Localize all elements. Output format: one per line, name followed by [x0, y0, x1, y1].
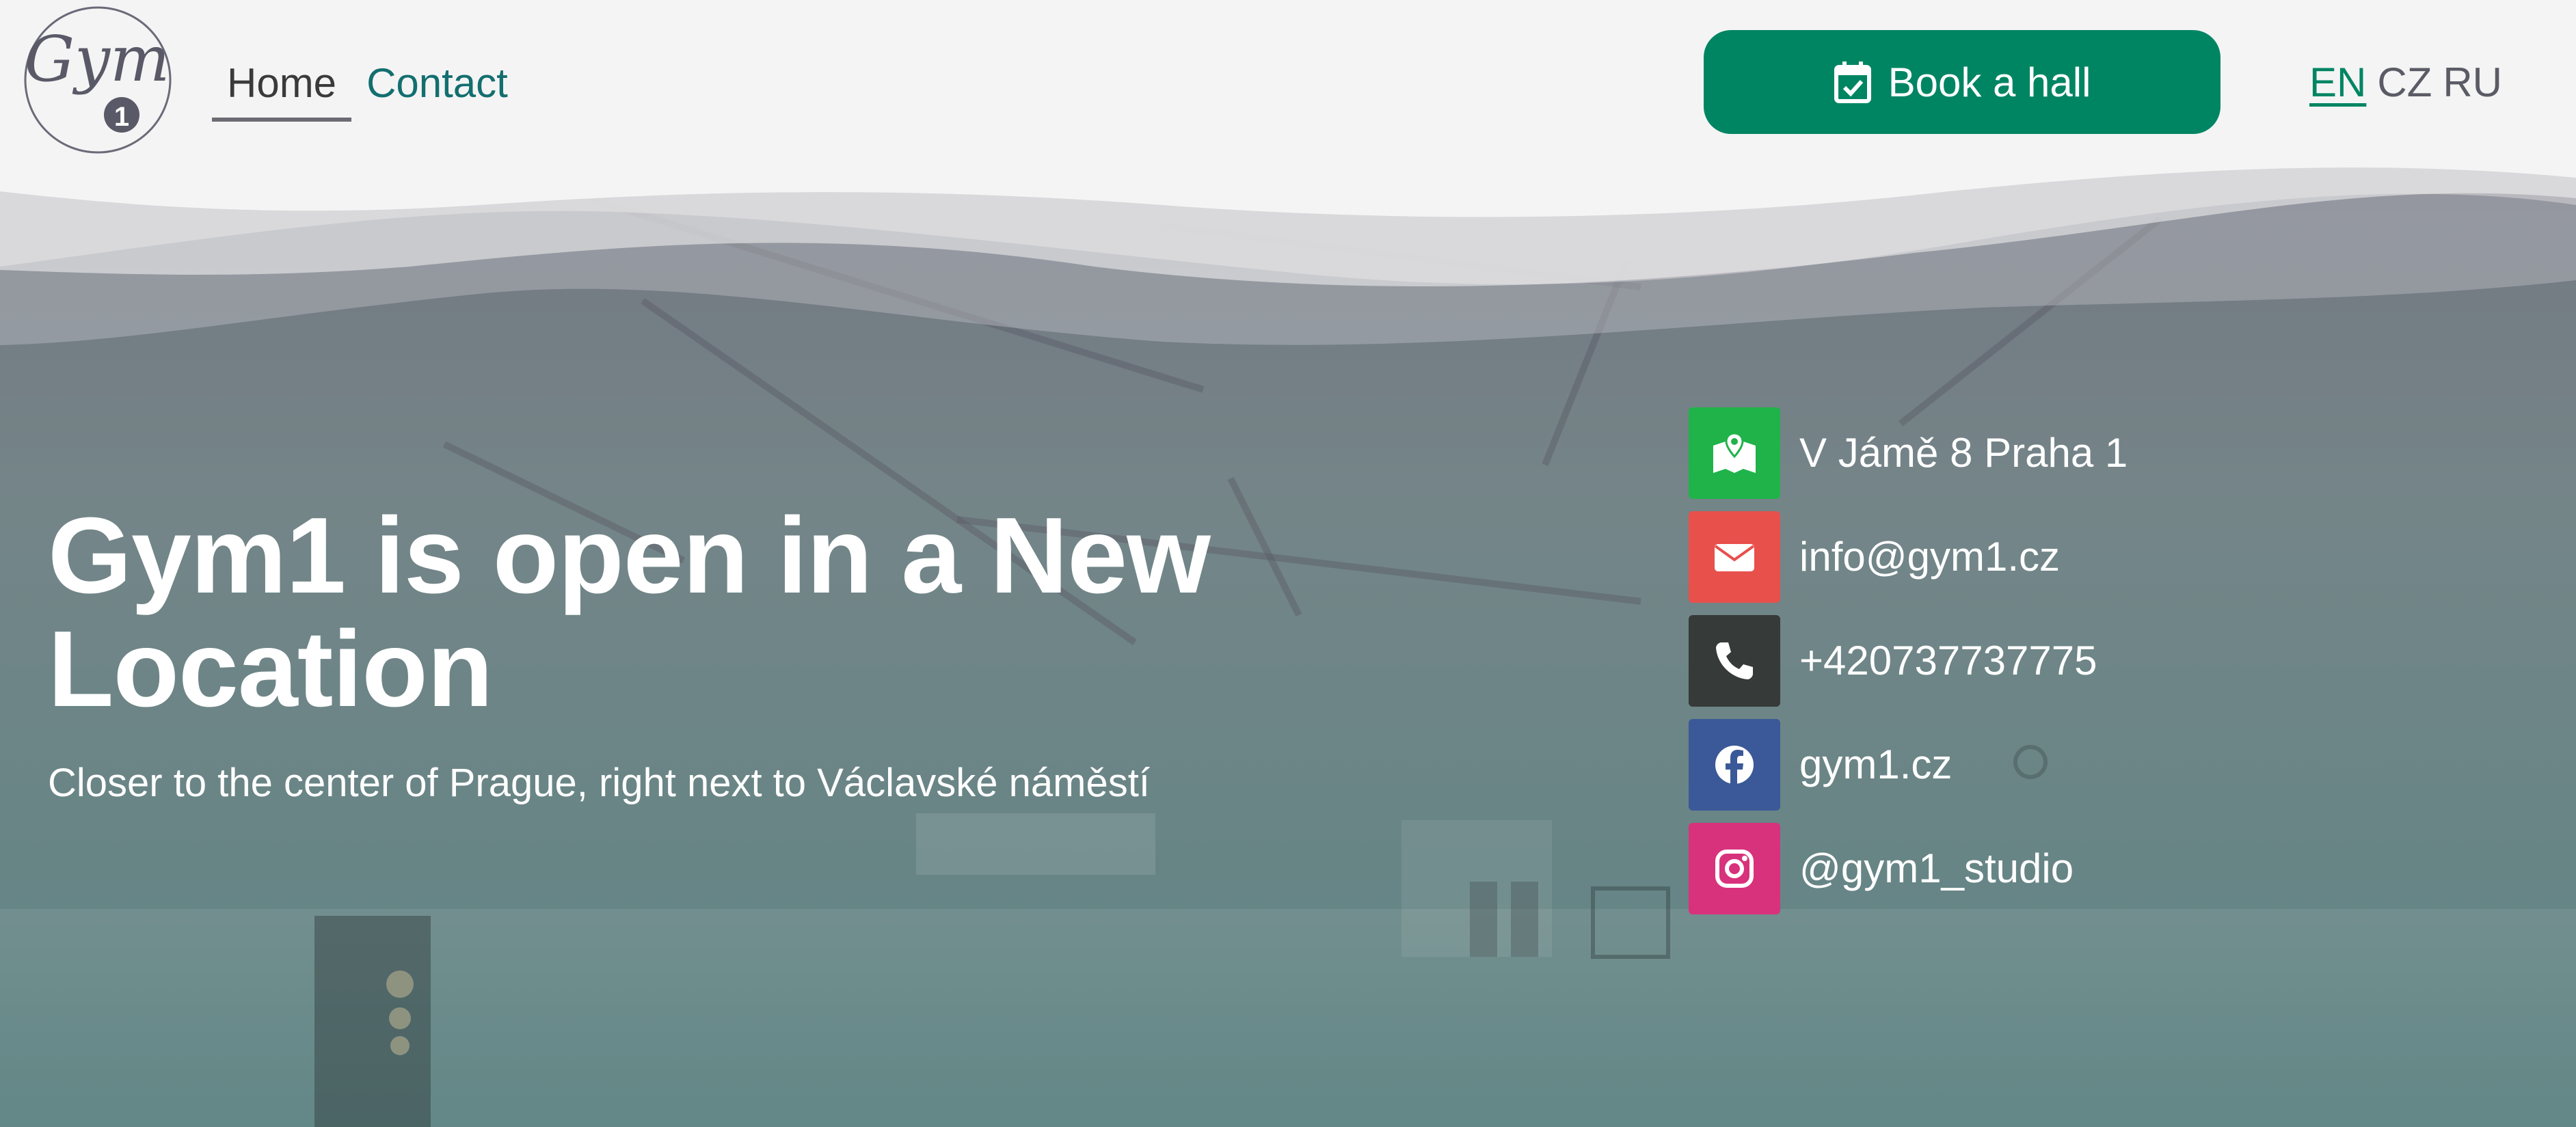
nav-contact-link[interactable]: Contact	[351, 49, 523, 122]
envelope-icon	[1689, 511, 1780, 603]
contact-address-link[interactable]: V Jámě 8 Praha 1	[1689, 407, 2304, 499]
facebook-icon	[1689, 719, 1780, 811]
svg-text:Gym: Gym	[25, 23, 170, 96]
hero-subtitle: Closer to the center of Prague, right ne…	[48, 761, 1150, 805]
contact-facebook-text: gym1.cz	[1799, 742, 1953, 787]
lang-ru-link[interactable]: RU	[2443, 53, 2502, 112]
hero-section: Gym 1 Home Contact Book a hall EN CZ RU …	[0, 0, 2576, 1127]
contact-instagram-link[interactable]: @gym1_studio	[1689, 823, 2304, 914]
lang-cz-link[interactable]: CZ	[2377, 53, 2432, 112]
language-switcher: EN CZ RU	[2309, 53, 2502, 112]
book-a-hall-label: Book a hall	[1888, 59, 2091, 105]
calendar-check-icon	[1834, 62, 1871, 103]
instagram-icon	[1689, 823, 1780, 914]
contact-address-text: V Jámě 8 Praha 1	[1799, 430, 2128, 476]
contact-instagram-text: @gym1_studio	[1799, 845, 2074, 891]
main-nav: Home Contact	[212, 49, 523, 122]
nav-home-link[interactable]: Home	[212, 49, 352, 122]
lang-en-link[interactable]: EN	[2309, 53, 2366, 112]
svg-text:1: 1	[114, 102, 129, 132]
map-icon	[1689, 407, 1780, 499]
contact-list: V Jámě 8 Praha 1 info@gym1.cz +420737737…	[1689, 407, 2304, 927]
contact-phone-link[interactable]: +420737737775	[1689, 615, 2304, 707]
phone-icon	[1689, 615, 1780, 707]
contact-phone-text: +420737737775	[1799, 638, 2097, 683]
gym1-logo[interactable]: Gym 1	[22, 4, 174, 156]
contact-facebook-link[interactable]: gym1.cz	[1689, 719, 2304, 811]
contact-email-text: info@gym1.cz	[1799, 534, 2061, 580]
contact-email-link[interactable]: info@gym1.cz	[1689, 511, 2304, 603]
hero-title: Gym1 is open in a New Location	[48, 495, 1211, 729]
book-a-hall-button[interactable]: Book a hall	[1704, 30, 2221, 134]
